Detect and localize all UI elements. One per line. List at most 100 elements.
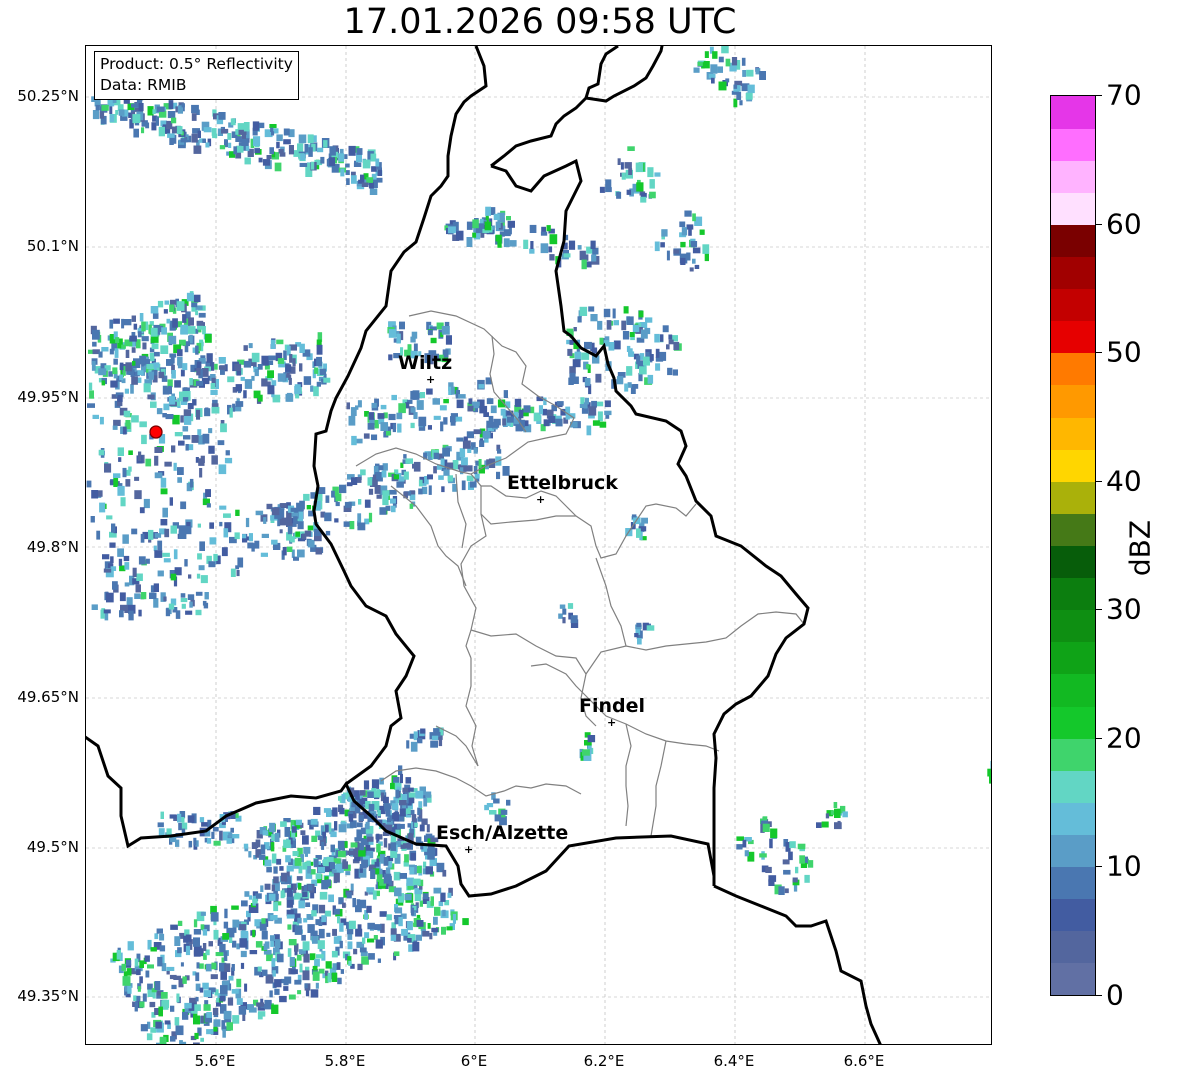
echo-cell: [721, 46, 729, 54]
echo-cell: [443, 399, 449, 404]
echo-cell: [154, 472, 163, 479]
colorbar-tick-label: 40: [1106, 464, 1142, 498]
echo-cell: [273, 902, 279, 912]
echo-cell: [388, 329, 397, 338]
echo-cell: [209, 522, 214, 529]
echo-cell: [302, 941, 310, 951]
echo-cell: [92, 329, 100, 340]
echo-cell: [654, 333, 660, 343]
echo-cell: [257, 364, 263, 370]
colorbar-segment: [1051, 770, 1095, 803]
echo-cell: [582, 749, 590, 756]
echo-cell: [187, 594, 195, 600]
echo-cell: [183, 435, 191, 440]
echo-cell: [338, 850, 346, 858]
echo-cell: [612, 308, 616, 319]
echo-cell: [782, 859, 790, 865]
echo-cell: [117, 485, 125, 496]
echo-cell: [546, 225, 551, 232]
echo-cell: [397, 423, 402, 433]
echo-cell: [236, 978, 242, 988]
echo-cell: [162, 507, 168, 518]
echo-cell: [191, 113, 197, 121]
colorbar-segment: [1051, 320, 1095, 354]
echo-cell: [274, 162, 282, 172]
echo-cell: [413, 343, 418, 351]
echo-cell: [797, 843, 806, 850]
echo-cell: [356, 438, 363, 444]
echo-cell: [567, 348, 573, 356]
radar-site-marker[interactable]: [149, 425, 163, 439]
longitude-tick-label: 6.4°E: [713, 1052, 755, 1070]
echo-cell: [390, 782, 395, 790]
echo-cell: [203, 990, 211, 998]
echo-cell: [182, 314, 187, 323]
echo-cell: [592, 420, 600, 426]
echo-cell: [686, 224, 694, 230]
echo-cell: [290, 507, 296, 512]
colorbar-tick: [1096, 352, 1102, 354]
echo-cell: [223, 513, 231, 518]
echo-cell: [286, 392, 293, 402]
canton-border-line: [390, 485, 467, 587]
echo-cell: [202, 138, 206, 143]
echo-cell: [212, 1007, 219, 1015]
echo-cell: [573, 327, 577, 332]
echo-cell: [356, 829, 363, 838]
echo-cell: [213, 553, 218, 561]
echo-cell: [456, 437, 464, 442]
echo-cell: [680, 241, 686, 248]
echo-cell: [213, 1019, 221, 1027]
echo-cell: [141, 127, 145, 134]
echo-cell: [345, 871, 351, 876]
echo-cell: [258, 157, 263, 163]
echo-cell: [193, 1042, 200, 1044]
echo-cell: [569, 372, 576, 380]
map-area[interactable]: + Wiltz + Ettelbruck + Findel + Esch/Alzette: [85, 45, 992, 1045]
echo-cell: [372, 890, 377, 900]
echo-cell: [261, 969, 268, 976]
echo-cell: [484, 804, 489, 811]
echo-cell: [144, 955, 150, 962]
echo-cell: [227, 133, 232, 140]
latitude-tick-label: 49.5°N: [26, 838, 79, 856]
echo-cell: [747, 84, 755, 94]
echo-cell: [211, 406, 220, 414]
echo-cell: [507, 416, 514, 423]
echo-cell: [219, 943, 226, 953]
echo-cell: [258, 122, 265, 129]
echo-cell: [160, 345, 169, 354]
echo-cell: [804, 874, 810, 883]
echo-cell: [225, 450, 230, 456]
echo-cell: [472, 232, 477, 238]
echo-cell: [339, 484, 347, 494]
echo-cell: [280, 821, 287, 827]
echo-cell: [427, 923, 431, 929]
echo-cell: [425, 791, 432, 798]
echo-cell: [315, 873, 322, 880]
longitude-tick-label: 6.2°E: [583, 1052, 625, 1070]
echo-cell: [168, 385, 172, 395]
echo-cell: [98, 351, 103, 358]
echo-cell: [634, 633, 639, 638]
echo-cell: [350, 883, 354, 892]
echo-cell: [318, 928, 325, 939]
echo-cell: [359, 947, 367, 953]
echo-cell: [131, 376, 138, 385]
echo-cell: [310, 989, 319, 998]
echo-cell: [375, 939, 383, 949]
echo-cell: [263, 517, 267, 524]
echo-cell: [484, 221, 492, 231]
echo-cell: [184, 559, 188, 567]
echo-cell: [778, 886, 785, 895]
echo-cell: [591, 254, 597, 262]
echo-cell: [138, 609, 142, 617]
echo-cell: [689, 267, 694, 272]
echo-cell: [168, 335, 177, 345]
echo-cell: [357, 963, 363, 971]
echo-cell: [507, 220, 515, 228]
echo-cell: [171, 117, 177, 124]
echo-cell: [138, 556, 146, 565]
colorbar-tick-label: 50: [1106, 335, 1142, 369]
echo-cell: [342, 902, 346, 908]
